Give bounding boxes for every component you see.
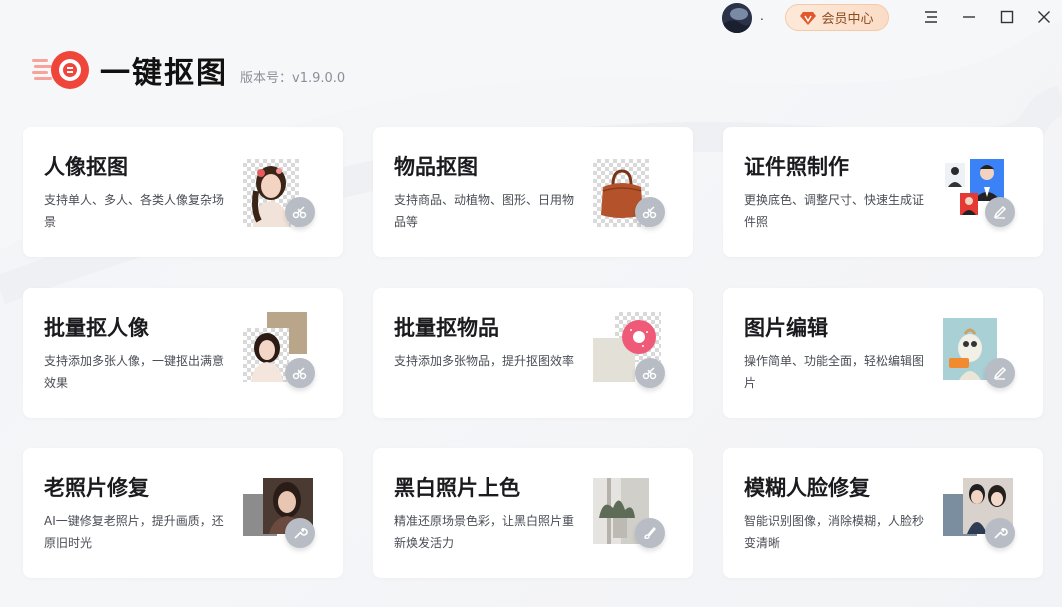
card-title: 图片编辑 [744, 316, 828, 340]
app-logo: 一键抠图 版本号：v1.9.0.0 [32, 50, 346, 91]
diamond-icon [800, 11, 817, 25]
card-title: 人像抠图 [44, 155, 128, 179]
scissors-icon [635, 197, 665, 227]
brush-icon [635, 518, 665, 548]
title-bar: . 会员中心 [0, 0, 1062, 36]
app-version: 版本号：v1.9.0.0 [240, 70, 346, 86]
card-title: 老照片修复 [44, 476, 149, 500]
card-image-edit[interactable]: 图片编辑 操作简单、功能全面，轻松编辑图片 [723, 288, 1043, 418]
card-description: 精准还原场景色彩，让黑白照片重新焕发活力 [394, 514, 575, 550]
card-title: 证件照制作 [744, 155, 849, 179]
logo-icon [32, 50, 92, 90]
scissors-icon [285, 197, 315, 227]
pencil-icon [985, 358, 1015, 388]
vip-center-button[interactable]: 会员中心 [785, 4, 889, 31]
wrench-icon [285, 518, 315, 548]
minimize-icon[interactable] [960, 8, 978, 26]
card-face-restore[interactable]: 模糊人脸修复 智能识别图像，消除模糊，人脸秒变清晰 [723, 448, 1043, 578]
card-description: 操作简单、功能全面，轻松编辑图片 [744, 354, 925, 390]
card-object-cutout[interactable]: 物品抠图 支持商品、动植物、图形、日用物品等 [373, 127, 693, 257]
card-id-photo[interactable]: 证件照制作 更换底色、调整尺寸、快速生成证件照 [723, 127, 1043, 257]
card-description: 支持添加多张物品，提升抠图效率 [394, 354, 575, 368]
scissors-icon [285, 358, 315, 388]
card-description: 支持单人、多人、各类人像复杂场景 [44, 193, 225, 229]
scissors-icon [635, 358, 665, 388]
card-description: 更换底色、调整尺寸、快速生成证件照 [744, 193, 925, 229]
app-title: 一键抠图 [100, 56, 228, 91]
close-icon[interactable] [1035, 8, 1053, 26]
menu-icon[interactable] [922, 8, 940, 26]
card-title: 模糊人脸修复 [744, 476, 870, 500]
maximize-icon[interactable] [998, 8, 1016, 26]
card-old-photo-restore[interactable]: 老照片修复 AI一键修复老照片，提升画质，还原旧时光 [23, 448, 343, 578]
card-title: 黑白照片上色 [394, 476, 520, 500]
card-description: 支持商品、动植物、图形、日用物品等 [394, 193, 575, 229]
card-title: 物品抠图 [394, 155, 478, 179]
card-description: 支持添加多张人像，一键抠出满意效果 [44, 354, 225, 390]
card-batch-portrait[interactable]: 批量抠人像 支持添加多张人像，一键抠出满意效果 [23, 288, 343, 418]
avatar[interactable] [722, 3, 752, 33]
card-title: 批量抠物品 [394, 316, 499, 340]
card-title: 批量抠人像 [44, 316, 149, 340]
card-portrait-cutout[interactable]: 人像抠图 支持单人、多人、各类人像复杂场景 [23, 127, 343, 257]
card-colorize[interactable]: 黑白照片上色 精准还原场景色彩，让黑白照片重新焕发活力 [373, 448, 693, 578]
username: . [760, 9, 764, 23]
pencil-icon [985, 197, 1015, 227]
vip-center-label: 会员中心 [821, 11, 874, 26]
card-description: AI一键修复老照片，提升画质，还原旧时光 [44, 514, 224, 550]
wrench-icon [985, 518, 1015, 548]
card-description: 智能识别图像，消除模糊，人脸秒变清晰 [744, 514, 925, 550]
card-batch-object[interactable]: 批量抠物品 支持添加多张物品，提升抠图效率 [373, 288, 693, 418]
